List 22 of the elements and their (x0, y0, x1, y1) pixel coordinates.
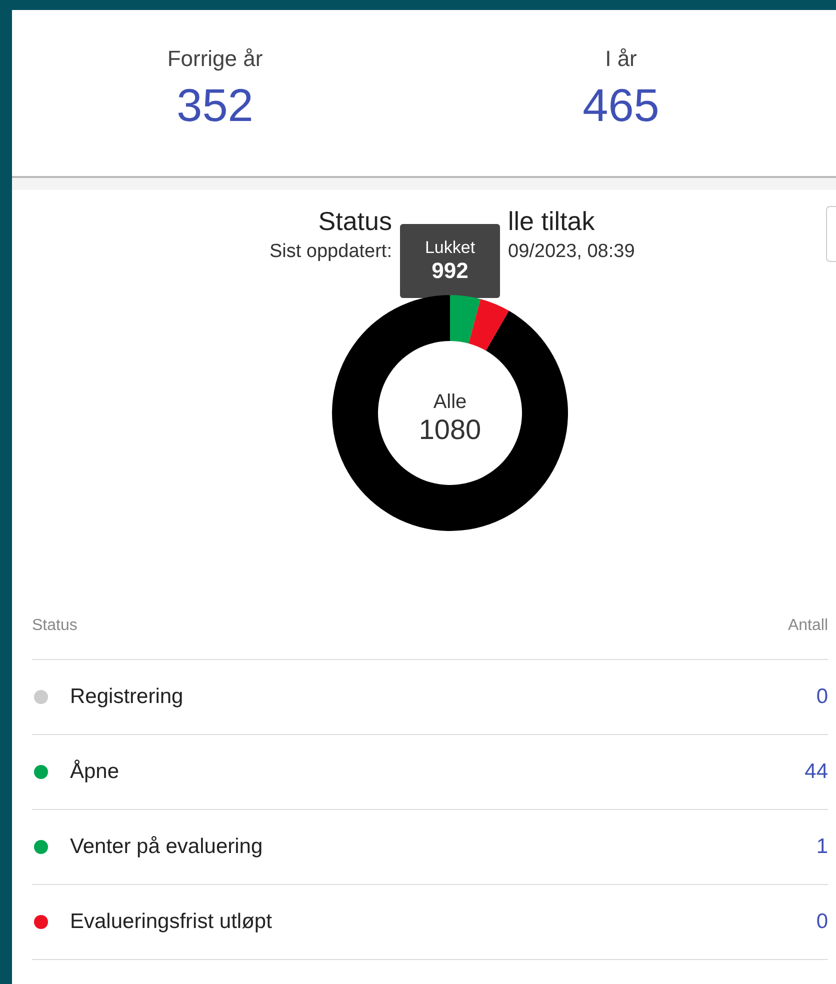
stat-value: 352 (176, 78, 254, 132)
status-count: 1 (816, 835, 828, 859)
status-count: 0 (816, 685, 828, 709)
chart-subtitle: 09/2023, 08:39 (508, 241, 635, 263)
column-header: Antall (788, 617, 828, 635)
center-value: 1080 (418, 414, 482, 446)
status-name: Venter på evaluering (70, 835, 264, 859)
stat-label: Forrige år (167, 46, 263, 72)
status-name: Evalueringsfrist utløpt (70, 910, 273, 934)
tooltip-label: Lukket (424, 238, 476, 258)
status-count: 44 (804, 760, 828, 784)
chart-title: lle tiltak (508, 206, 595, 237)
stat-label: I år (605, 46, 637, 72)
status-count: 0 (816, 910, 828, 934)
center-label: Alle (433, 391, 467, 414)
stat-value: 465 (582, 78, 660, 132)
chart-title: Status (318, 206, 392, 237)
chart-subtitle: Sist oppdatert: (269, 241, 392, 263)
status-name: Registrering (70, 685, 184, 709)
tooltip-value: 992 (432, 258, 468, 284)
column-header: Status (32, 617, 78, 635)
status-name: Åpne (70, 760, 120, 784)
